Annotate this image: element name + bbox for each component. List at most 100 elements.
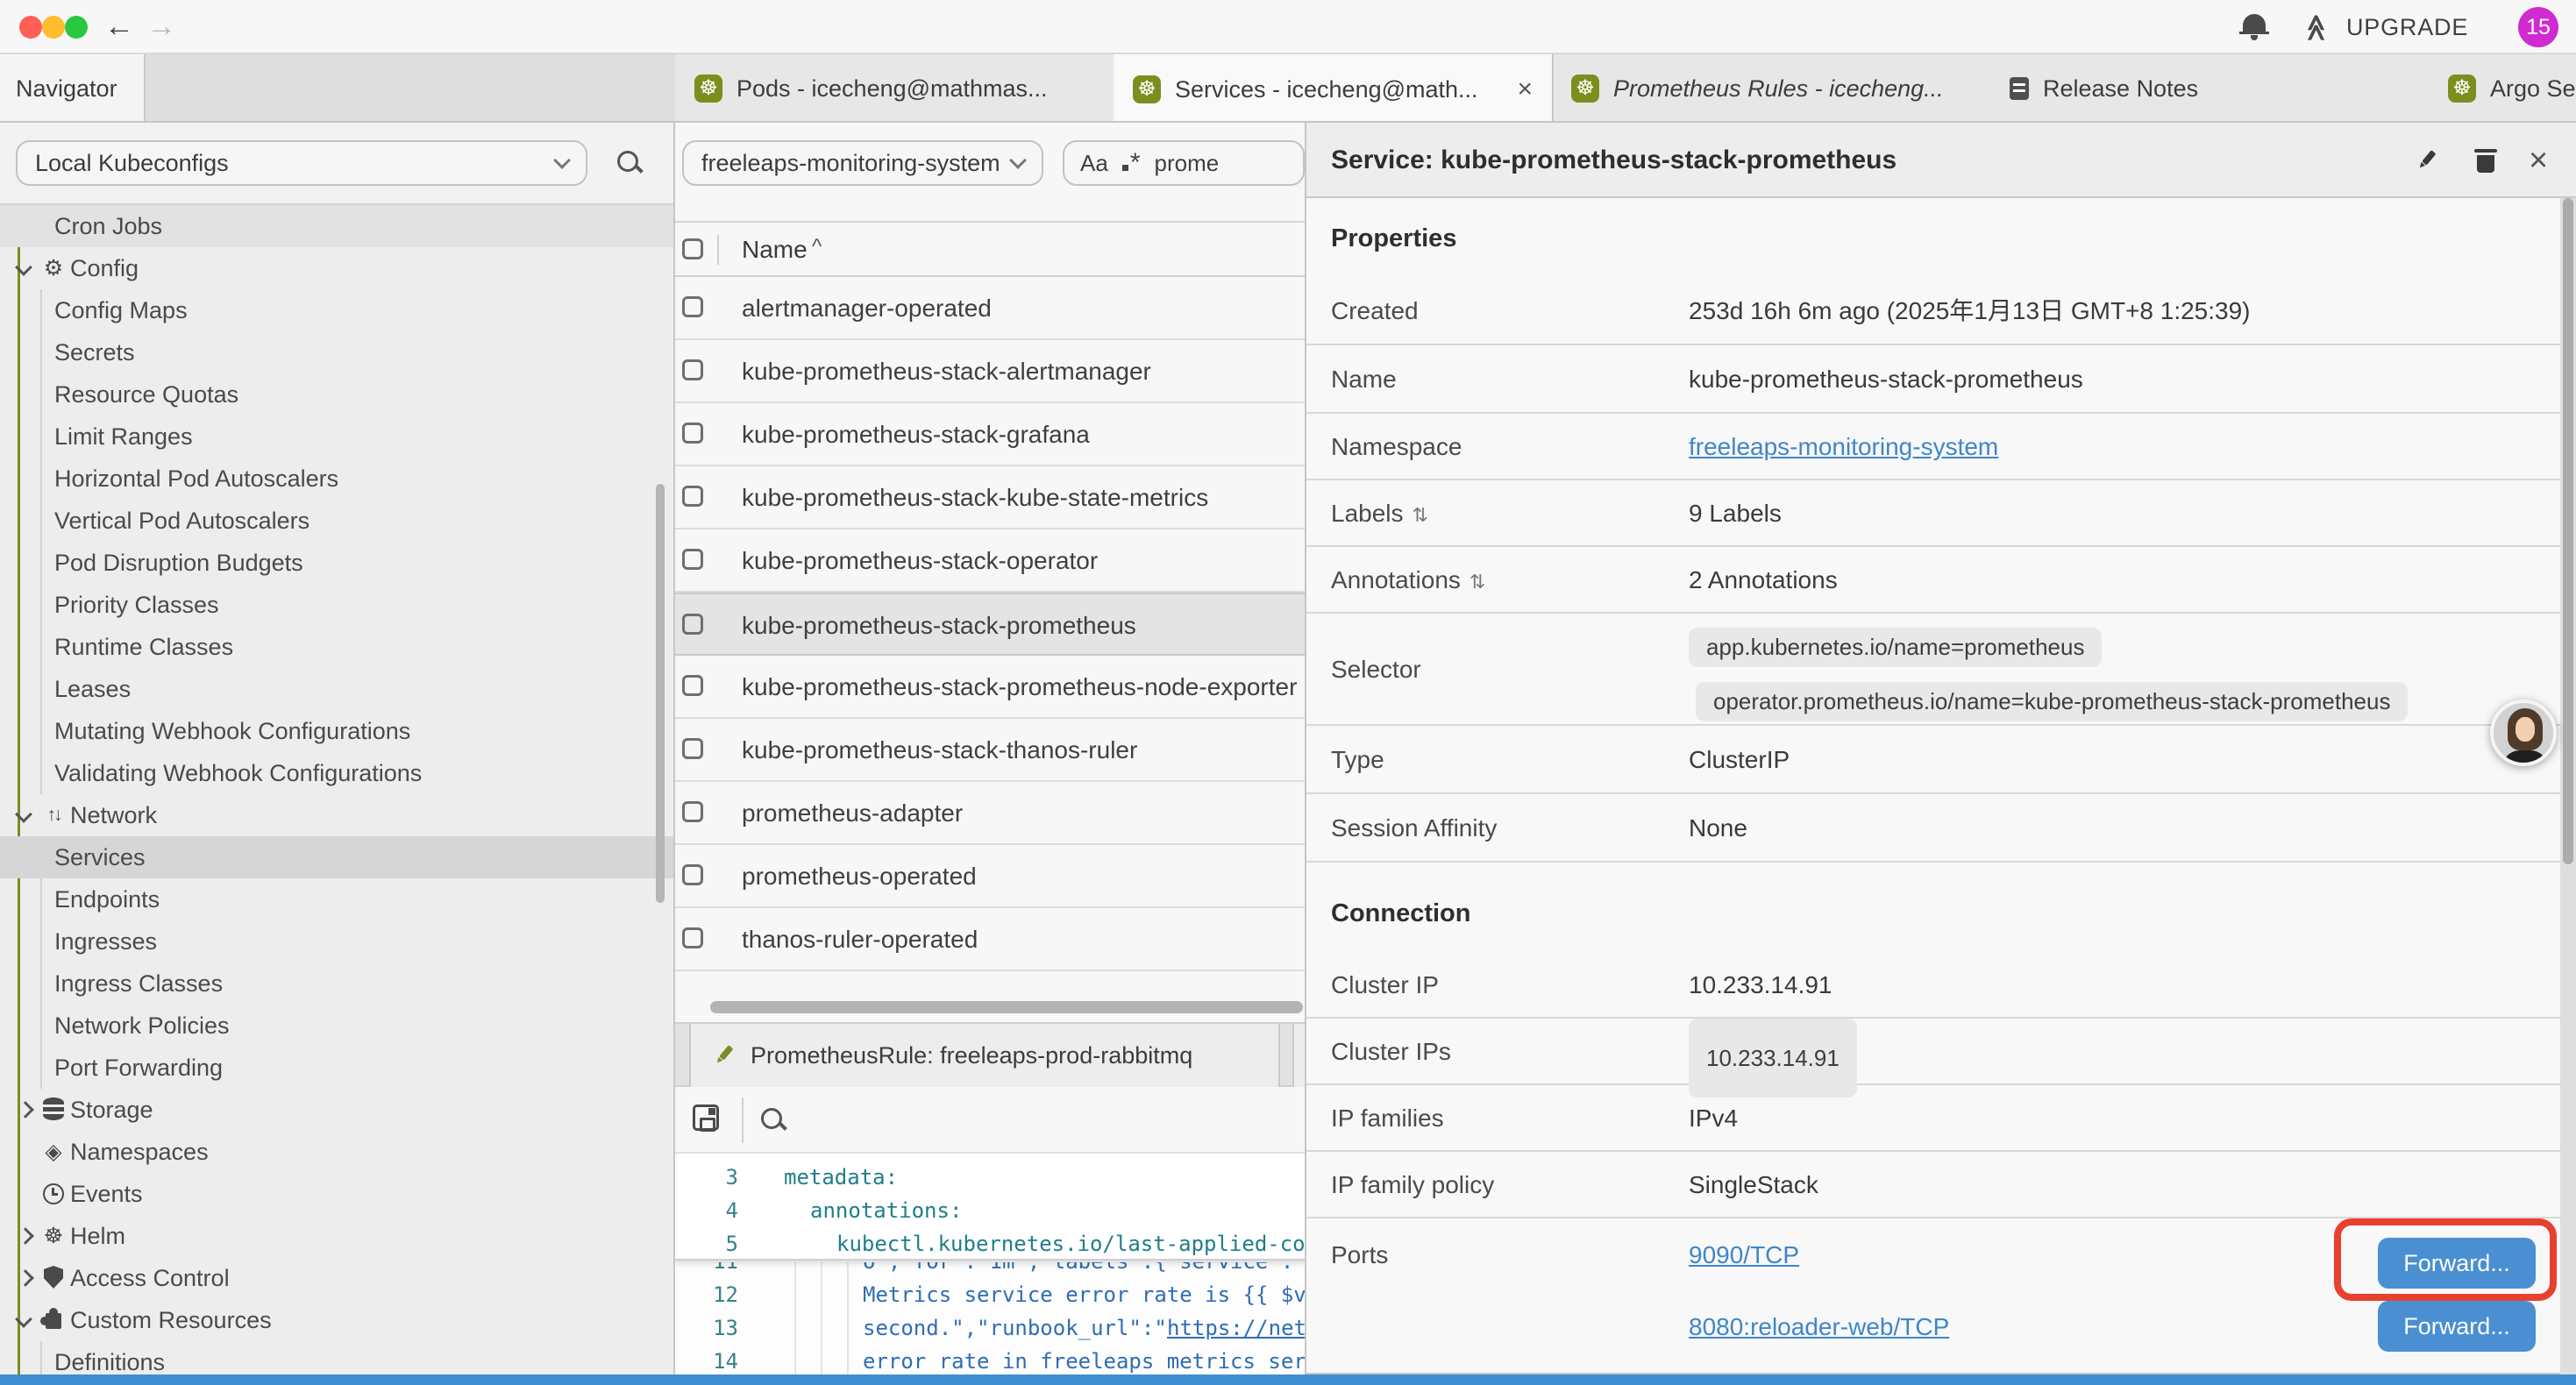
- table-row[interactable]: kube-prometheus-stack-operator: [675, 529, 1306, 593]
- tab-prometheus-rules-icecheng[interactable]: ☸Prometheus Rules - icecheng...: [1552, 54, 1992, 123]
- tree-item-pod-disruption-budgets[interactable]: Pod Disruption Budgets: [0, 542, 675, 584]
- tree-item-port-forwarding[interactable]: Port Forwarding: [0, 1047, 675, 1089]
- namespace-link[interactable]: freeleaps-monitoring-system: [1689, 433, 1998, 460]
- tree-item-ingress-classes[interactable]: Ingress Classes: [0, 962, 675, 1005]
- tree-item-definitions[interactable]: Definitions: [0, 1341, 675, 1374]
- row-checkbox[interactable]: [682, 296, 703, 317]
- port-link[interactable]: 8080:reloader-web/TCP: [1689, 1308, 1949, 1346]
- row-checkbox[interactable]: [682, 927, 703, 948]
- close-tab-icon[interactable]: ×: [1517, 76, 1533, 103]
- forward-button[interactable]: →: [140, 5, 182, 47]
- detail-scrollbar-thumb[interactable]: [2563, 198, 2573, 864]
- row-checkbox[interactable]: [682, 675, 703, 696]
- tree-item-secrets[interactable]: Secrets: [0, 331, 675, 373]
- kubeconfig-select[interactable]: Local Kubeconfigs: [16, 140, 587, 186]
- table-row[interactable]: kube-prometheus-stack-grafana: [675, 403, 1306, 466]
- table-row[interactable]: kube-prometheus-stack-kube-state-metrics: [675, 466, 1306, 529]
- edit-button[interactable]: [2410, 145, 2443, 177]
- tree-item-custom-resources[interactable]: Custom Resources: [0, 1299, 675, 1341]
- tree-item-endpoints[interactable]: Endpoints: [0, 878, 675, 920]
- row-checkbox[interactable]: [682, 801, 703, 822]
- sidebar-scrollbar[interactable]: [656, 484, 665, 903]
- tree-item-cron-jobs[interactable]: Cron Jobs: [0, 205, 675, 247]
- delete-button[interactable]: [2474, 146, 2497, 174]
- tab-release-notes[interactable]: Release Notes: [1990, 54, 2430, 123]
- horizontal-scrollbar[interactable]: [710, 1001, 1303, 1013]
- tab-argo-se[interactable]: ☸Argo Se: [2429, 54, 2576, 123]
- row-checkbox[interactable]: [682, 423, 703, 444]
- chevron-right-icon[interactable]: [17, 1269, 34, 1287]
- port-link-text[interactable]: 9090/TCP: [1689, 1241, 1799, 1268]
- navigator-tab[interactable]: Navigator: [0, 54, 146, 123]
- table-row[interactable]: thanos-ruler-operated: [675, 908, 1306, 971]
- table-row[interactable]: kube-prometheus-stack-prometheus: [675, 593, 1306, 656]
- table-row[interactable]: kube-prometheus-stack-prometheus-node-ex…: [675, 656, 1306, 719]
- tree-item-resource-quotas[interactable]: Resource Quotas: [0, 373, 675, 416]
- port-link[interactable]: 9090/TCP: [1689, 1236, 1799, 1275]
- assistant-avatar[interactable]: [2490, 700, 2557, 766]
- tree-item-access-control[interactable]: Access Control: [0, 1257, 675, 1299]
- table-row[interactable]: prometheus-adapter: [675, 782, 1306, 845]
- window-close-button[interactable]: [19, 16, 42, 39]
- match-case-toggle[interactable]: Aa: [1080, 150, 1108, 177]
- row-checkbox[interactable]: [682, 549, 703, 570]
- upgrade-button[interactable]: UPGRADE: [2346, 0, 2468, 54]
- row-checkbox[interactable]: [682, 864, 703, 885]
- back-button[interactable]: ←: [98, 5, 140, 47]
- window-zoom-button[interactable]: [65, 16, 88, 39]
- sidebar-search-button[interactable]: [616, 149, 644, 177]
- tree-item-network[interactable]: ↑↓Network: [0, 794, 675, 836]
- close-panel-button[interactable]: ×: [2529, 123, 2548, 198]
- namespace-select[interactable]: freeleaps-monitoring-system: [682, 140, 1043, 186]
- tree-item-events[interactable]: Events: [0, 1173, 675, 1215]
- tree-item-limit-ranges[interactable]: Limit Ranges: [0, 416, 675, 458]
- chevron-down-icon[interactable]: [15, 806, 32, 823]
- table-row[interactable]: kube-prometheus-stack-alertmanager: [675, 340, 1306, 403]
- chevron-down-icon[interactable]: [15, 259, 32, 276]
- notification-count-badge[interactable]: 15: [2518, 7, 2558, 47]
- port-forward-button[interactable]: Forward...: [2378, 1301, 2536, 1352]
- tree-item-mutating-webhook-configurations[interactable]: Mutating Webhook Configurations: [0, 710, 675, 752]
- tree-item-vertical-pod-autoscalers[interactable]: Vertical Pod Autoscalers: [0, 500, 675, 542]
- tree-item-services[interactable]: Services: [0, 836, 675, 878]
- tree-item-config[interactable]: ⚙Config: [0, 247, 675, 289]
- tab-pods-icecheng-mathmas[interactable]: ☸Pods - icecheng@mathmas...: [675, 54, 1115, 123]
- select-all-checkbox[interactable]: [682, 238, 703, 259]
- column-header-name[interactable]: Name: [742, 223, 808, 277]
- tree-item-helm[interactable]: ☸Helm: [0, 1215, 675, 1257]
- tree-item-validating-webhook-configurations[interactable]: Validating Webhook Configurations: [0, 752, 675, 794]
- sort-updown-icon[interactable]: ⇅: [1469, 571, 1485, 593]
- yaml-editor[interactable]: 3metadata:4annotations:5kubectl.kubernet…: [675, 1154, 1306, 1374]
- tree-item-namespaces[interactable]: ◈Namespaces: [0, 1131, 675, 1173]
- tree-item-runtime-classes[interactable]: Runtime Classes: [0, 626, 675, 668]
- table-row[interactable]: prometheus-operated: [675, 845, 1306, 908]
- regex-toggle[interactable]: *: [1122, 153, 1141, 174]
- table-row[interactable]: alertmanager-operated: [675, 277, 1306, 340]
- editor-search-button[interactable]: [759, 1106, 787, 1134]
- chevron-right-icon[interactable]: [17, 1227, 34, 1245]
- chevron-down-icon[interactable]: [15, 1310, 32, 1328]
- row-checkbox[interactable]: [682, 614, 703, 635]
- editor-tab-next[interactable]: [1292, 1024, 1306, 1087]
- editor-tab[interactable]: PrometheusRule: freeleaps-prod-rabbitmq: [689, 1024, 1280, 1087]
- tree-item-priority-classes[interactable]: Priority Classes: [0, 584, 675, 626]
- window-minimize-button[interactable]: [42, 16, 65, 39]
- save-button[interactable]: [693, 1104, 719, 1131]
- sort-updown-icon[interactable]: ⇅: [1413, 504, 1428, 526]
- sort-asc-icon[interactable]: ^: [812, 235, 822, 259]
- port-link-text[interactable]: 8080:reloader-web/TCP: [1689, 1313, 1949, 1340]
- tab-services-icecheng-math[interactable]: ☸Services - icecheng@math...×: [1114, 54, 1554, 123]
- tree-item-leases[interactable]: Leases: [0, 668, 675, 710]
- row-checkbox[interactable]: [682, 738, 703, 759]
- tree-item-storage[interactable]: Storage: [0, 1089, 675, 1131]
- tree-item-network-policies[interactable]: Network Policies: [0, 1005, 675, 1047]
- filter-input[interactable]: Aa * prome: [1063, 140, 1305, 186]
- tree-item-ingresses[interactable]: Ingresses: [0, 920, 675, 962]
- row-checkbox[interactable]: [682, 486, 703, 507]
- tree-item-config-maps[interactable]: Config Maps: [0, 289, 675, 331]
- notifications-bell-icon[interactable]: [2243, 14, 2266, 33]
- row-checkbox[interactable]: [682, 359, 703, 380]
- tree-item-horizontal-pod-autoscalers[interactable]: Horizontal Pod Autoscalers: [0, 458, 675, 500]
- table-row[interactable]: kube-prometheus-stack-thanos-ruler: [675, 719, 1306, 782]
- chevron-right-icon[interactable]: [17, 1101, 34, 1119]
